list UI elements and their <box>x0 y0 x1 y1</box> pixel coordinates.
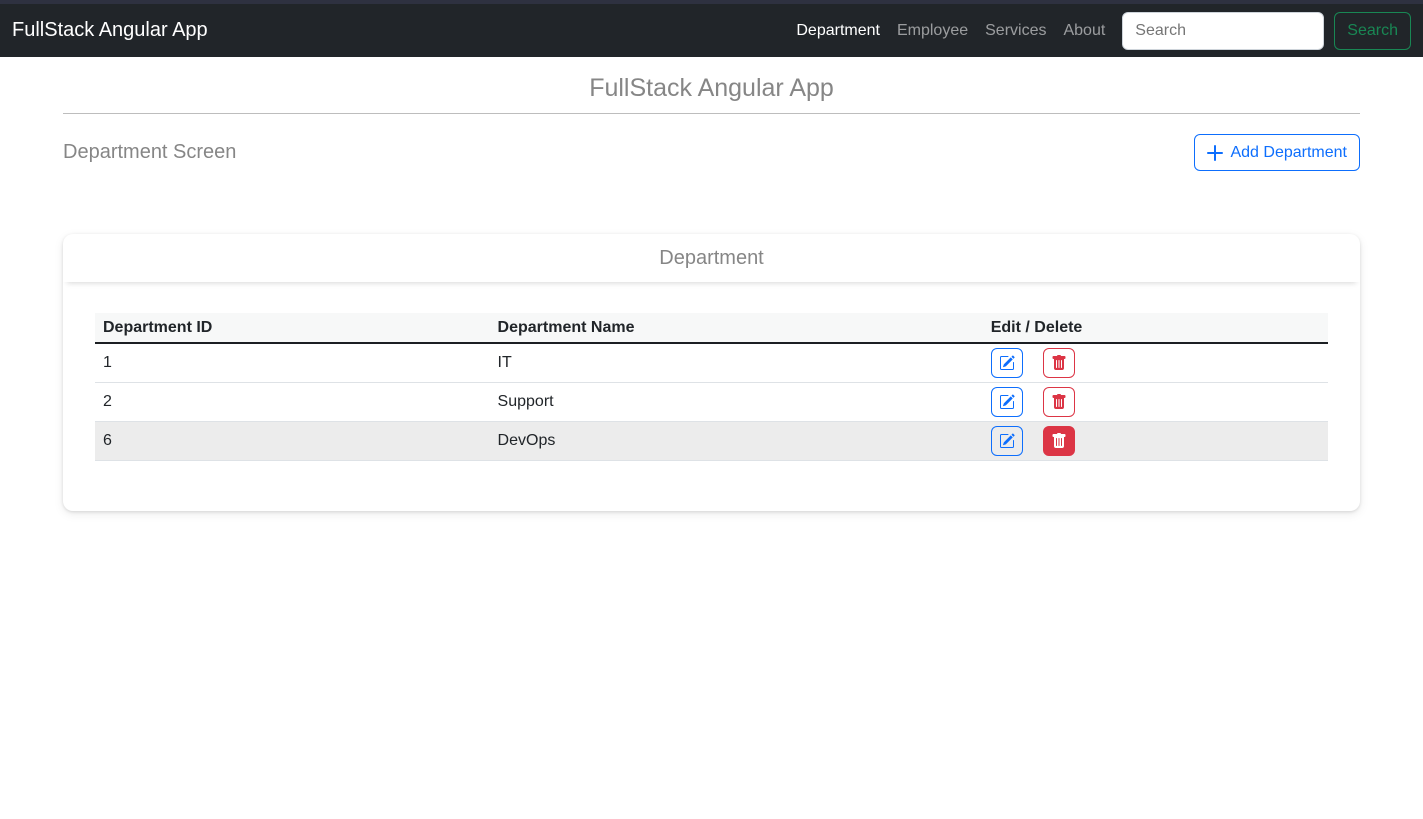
row-actions-cell <box>983 343 1328 382</box>
column-header-department-id: Department ID <box>95 313 490 343</box>
pencil-square-icon <box>999 355 1015 371</box>
add-department-label: Add Department <box>1230 144 1347 162</box>
section-header: Department Screen Add Department <box>63 134 1360 171</box>
row-actions-cell <box>983 421 1328 460</box>
column-header-department-name: Department Name <box>490 313 983 343</box>
table-row: 2 Support <box>95 382 1328 421</box>
department-name-cell: IT <box>490 343 983 382</box>
navbar-brand[interactable]: FullStack Angular App <box>12 19 208 42</box>
nav-link-about[interactable]: About <box>1063 22 1105 40</box>
search-button[interactable]: Search <box>1334 12 1411 50</box>
title-divider <box>63 113 1360 114</box>
navbar-right-group: Department Employee Services About Searc… <box>796 12 1411 50</box>
table-header-row: Department ID Department Name Edit / Del… <box>95 313 1328 343</box>
pencil-square-icon <box>999 394 1015 410</box>
navbar: FullStack Angular App Department Employe… <box>0 4 1423 57</box>
table-row: 1 IT <box>95 343 1328 382</box>
delete-button[interactable] <box>1043 387 1075 417</box>
department-id-cell: 6 <box>95 421 490 460</box>
delete-button[interactable] <box>1043 426 1075 456</box>
edit-button[interactable] <box>991 387 1023 417</box>
edit-button[interactable] <box>991 348 1023 378</box>
nav-link-services[interactable]: Services <box>985 22 1046 40</box>
add-department-button[interactable]: Add Department <box>1194 134 1360 171</box>
trash-icon <box>1051 394 1067 410</box>
nav-link-employee[interactable]: Employee <box>897 22 968 40</box>
department-table: Department ID Department Name Edit / Del… <box>95 313 1328 461</box>
nav-link-department[interactable]: Department <box>796 22 880 40</box>
pencil-square-icon <box>999 433 1015 449</box>
row-actions-cell <box>983 382 1328 421</box>
department-name-cell: DevOps <box>490 421 983 460</box>
department-card: Department Department ID Department Name… <box>63 234 1360 511</box>
trash-icon <box>1051 355 1067 371</box>
department-id-cell: 2 <box>95 382 490 421</box>
card-body: Department ID Department Name Edit / Del… <box>63 282 1360 461</box>
trash-icon <box>1051 433 1067 449</box>
table-row: 6 DevOps <box>95 421 1328 460</box>
page-container: FullStack Angular App Department Screen … <box>63 74 1360 511</box>
department-name-cell: Support <box>490 382 983 421</box>
page-title: FullStack Angular App <box>63 74 1360 103</box>
section-heading: Department Screen <box>63 141 236 164</box>
column-header-edit-delete: Edit / Delete <box>983 313 1328 343</box>
edit-button[interactable] <box>991 426 1023 456</box>
search-input[interactable] <box>1122 12 1324 50</box>
delete-button[interactable] <box>1043 348 1075 378</box>
department-id-cell: 1 <box>95 343 490 382</box>
card-title: Department <box>63 234 1360 282</box>
plus-icon <box>1207 145 1223 161</box>
